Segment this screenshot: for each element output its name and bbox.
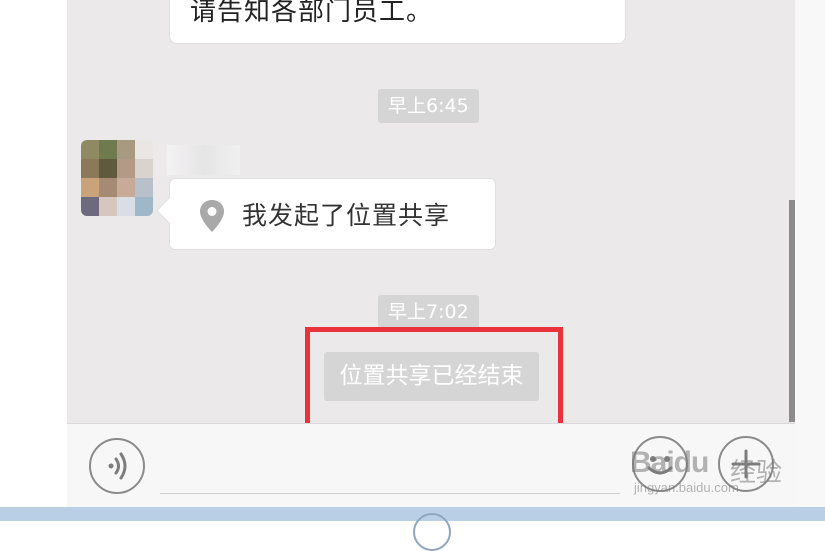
sender-name-blurred bbox=[167, 145, 240, 175]
location-share-text: 我发起了位置共享 bbox=[242, 201, 451, 230]
avatar[interactable] bbox=[81, 140, 153, 216]
location-pin-icon bbox=[200, 200, 224, 232]
message-input[interactable] bbox=[160, 437, 620, 494]
timestamp: 早上7:02 bbox=[378, 295, 479, 329]
baidu-watermark: Baidu 经验 jingyan.baidu.com bbox=[630, 436, 790, 500]
highlight-annotation-box bbox=[305, 327, 563, 431]
watermark-url: jingyan.baidu.com bbox=[634, 480, 739, 495]
previous-message-text: 请告知各部门员工。 bbox=[190, 0, 434, 27]
previous-message-bubble[interactable]: 请告知各部门员工。 bbox=[169, 0, 626, 44]
location-share-message[interactable]: 我发起了位置共享 bbox=[156, 178, 496, 250]
right-margin bbox=[795, 0, 825, 521]
bottom-navigation-strip bbox=[0, 507, 825, 521]
left-margin bbox=[0, 0, 67, 521]
watermark-logo: Baidu bbox=[630, 446, 709, 479]
chat-scrollbar[interactable] bbox=[789, 200, 795, 422]
voice-button[interactable] bbox=[89, 438, 145, 494]
home-circle-icon[interactable] bbox=[413, 513, 451, 551]
timestamp: 早上6:45 bbox=[378, 89, 479, 123]
voice-icon bbox=[108, 452, 127, 480]
